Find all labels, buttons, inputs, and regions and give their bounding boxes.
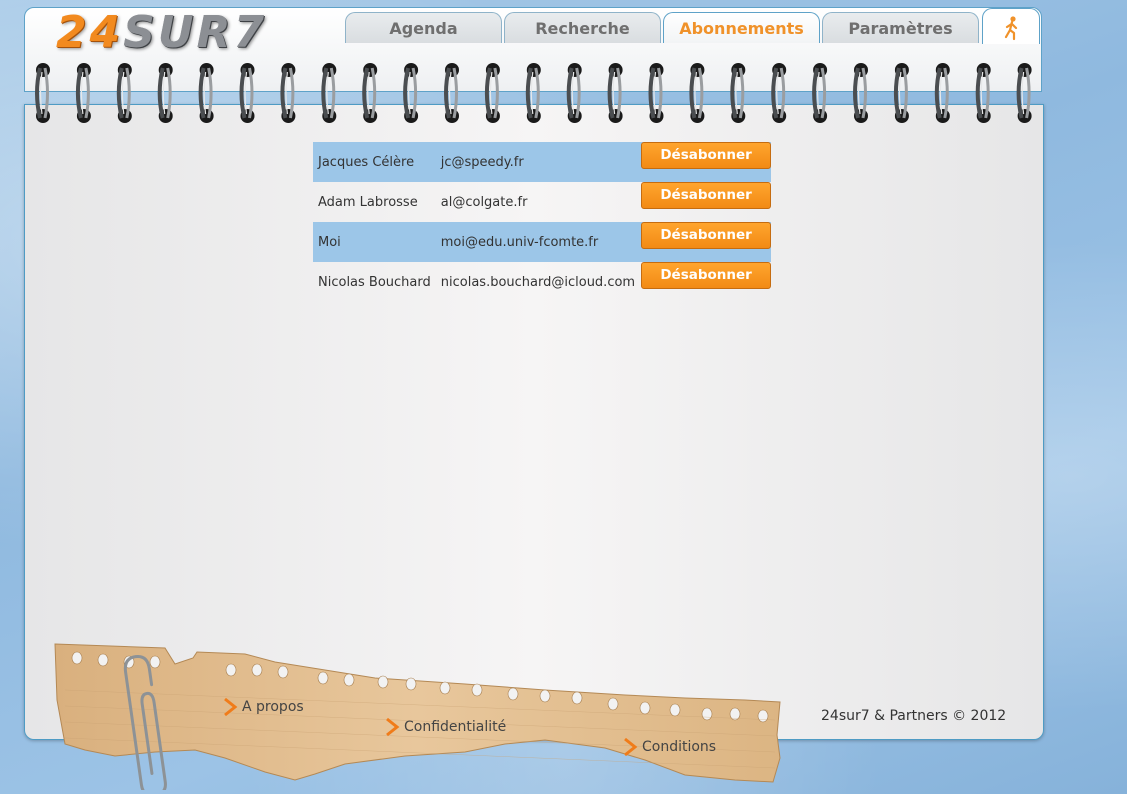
binding-ring [812,63,828,123]
subscriber-name: Moi [313,222,436,262]
binding-ring [75,63,91,123]
binding-ring [157,63,173,123]
footer-link-privacy[interactable]: Confidentialité [385,717,506,737]
footer-link-label: Confidentialité [404,719,507,735]
subscriber-name: Nicolas Bouchard [318,274,431,290]
binding-ring [1016,63,1032,123]
subscriber-email: nicolas.bouchard@icloud.com [440,274,636,290]
subscription-row: Nicolas Bouchard nicolas.bouchard@icloud… [313,262,772,302]
subscriber-name: Adam Labrosse [318,194,418,210]
binding-ring [484,63,500,123]
binding-ring [525,63,541,123]
binding-ring [730,63,746,123]
binding-ring [403,63,419,123]
subscription-row: Jacques Célère jc@speedy.fr Désabonner [313,142,772,182]
unsubscribe-button[interactable]: Désabonner [641,222,772,249]
subscriber-email: jc@speedy.fr [435,142,641,182]
chevron-right-icon [386,717,400,737]
logo-number: 24 [56,7,124,58]
binding-ring [239,63,255,123]
footer-link-label: Conditions [642,739,717,755]
copyright-text: 24sur7 & Partners © 2012 [821,708,1007,724]
unsubscribe-button[interactable]: Désabonner [641,182,772,209]
logo[interactable]: 24SUR7 [56,11,301,55]
binding-ring [648,63,664,123]
binding-ring [893,63,909,123]
subscriber-email: al@colgate.fr [440,194,528,210]
footer-link-terms[interactable]: Conditions [623,737,716,757]
logo-text: SUR7 [123,7,268,58]
tab-parametres[interactable]: Paramètres [822,12,979,43]
binding-ring [689,63,705,123]
binding-ring [444,63,459,123]
chevron-right-icon [624,737,638,757]
subscriptions-table: Jacques Célère jc@speedy.fr Désabonner A… [313,142,772,302]
binding-ring [362,63,378,123]
binding-ring [566,63,582,123]
binding-ring [280,63,296,123]
logout-tab[interactable] [982,8,1040,44]
tab-abonnements[interactable]: Abonnements [663,12,820,43]
subscriber-name: Jacques Célère [313,142,436,182]
subscription-row: Moi moi@edu.univ-fcomte.fr Désabonner [313,222,772,262]
binding-ring [321,63,337,123]
binding-ring [35,63,50,123]
spiral-binding [35,63,1032,123]
tab-agenda[interactable]: Agenda [345,12,502,43]
binding-ring [853,63,868,123]
unsubscribe-button[interactable]: Désabonner [641,142,772,169]
binding-ring [975,63,991,123]
binding-ring [934,63,950,123]
binding-ring [771,63,787,123]
footer-link-label: A propos [242,699,304,715]
binding-ring [607,63,623,123]
chevron-right-icon [224,697,238,717]
binding-ring [198,63,214,123]
tab-recherche[interactable]: Recherche [504,12,661,43]
subscriber-email: moi@edu.univ-fcomte.fr [435,222,641,262]
unsubscribe-button[interactable]: Désabonner [641,262,772,289]
torn-paper-strip [54,643,781,790]
footer-link-about[interactable]: A propos [223,697,304,717]
subscription-row: Adam Labrosse al@colgate.fr Désabonner [313,182,772,222]
binding-ring [116,63,132,123]
walking-person-icon [1004,16,1018,41]
